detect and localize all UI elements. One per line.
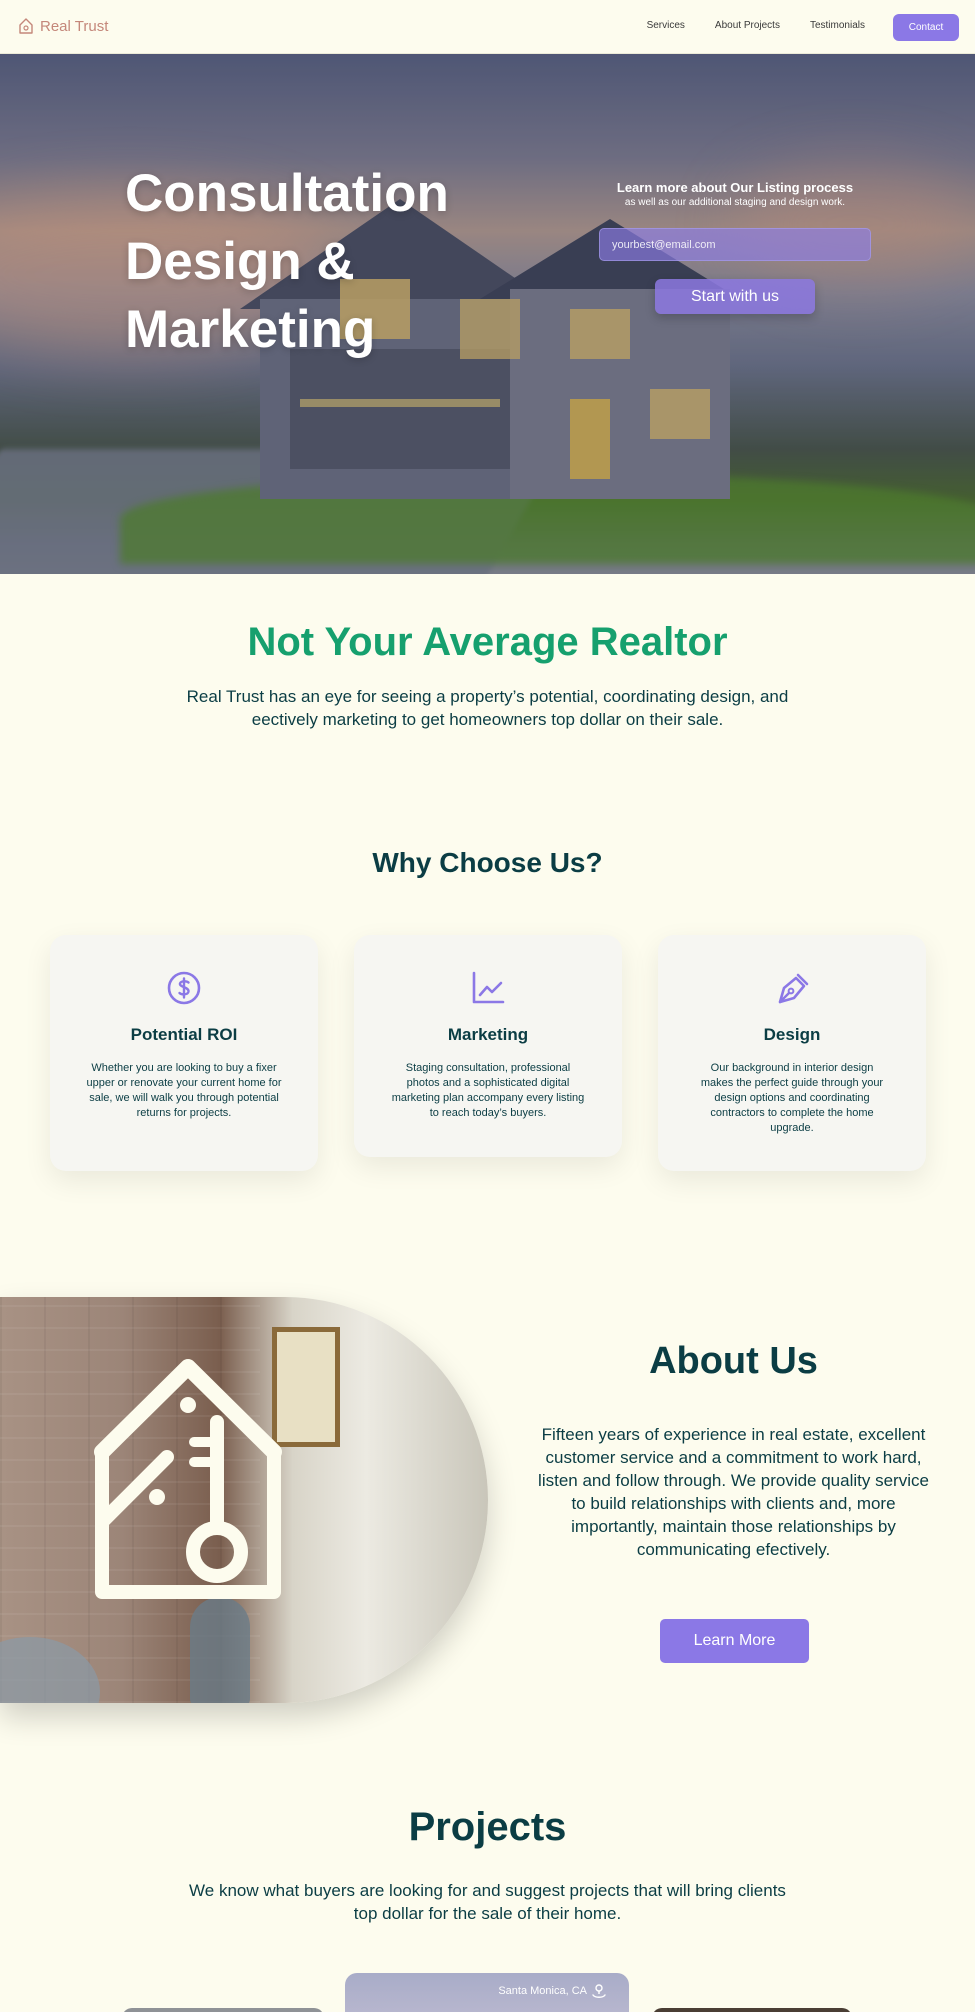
intro-text: Real Trust has an eye for seeing a prope…	[186, 687, 789, 729]
signup-form: Learn more about Our Listing process as …	[595, 180, 875, 314]
house-key-icon	[94, 1359, 282, 1599]
card-title: Design	[763, 1025, 821, 1044]
line-chart-icon	[472, 971, 505, 1004]
feature-card-marketing: Marketing Staging consultation, professi…	[354, 935, 622, 1157]
hero-title-line: Consultation	[125, 164, 449, 223]
location-pin-icon	[592, 1984, 606, 1998]
house-logo-icon	[19, 18, 33, 34]
about-image	[0, 1297, 488, 1703]
form-lead: Learn more about Our Listing process	[616, 180, 854, 195]
project-card-right[interactable]	[652, 2008, 852, 2012]
top-nav: Real Trust Services About Projects Testi…	[0, 0, 975, 54]
form-subtext: as well as our additional staging and de…	[624, 197, 846, 208]
about-text: Fifteen years of experience in real esta…	[538, 1425, 929, 1559]
project-location: Santa Monica, CA	[498, 1985, 587, 1997]
vase	[190, 1597, 250, 1703]
dollar-circle-icon	[167, 971, 201, 1005]
card-title: Marketing	[447, 1025, 529, 1044]
start-with-us-button[interactable]: Start with us	[655, 279, 815, 314]
nav-link-testimonials[interactable]: Testimonials	[810, 20, 865, 31]
pen-nib-icon	[778, 973, 809, 1004]
about-title: About Us	[649, 1340, 818, 1382]
hero-title: Consultation Design & Marketing	[125, 160, 545, 364]
hero-title-line: Design &	[125, 232, 355, 291]
learn-more-button[interactable]: Learn More	[660, 1619, 809, 1663]
nav-links: Services About Projects Testimonials	[647, 20, 865, 31]
card-text: Our background in interior design makes …	[700, 1062, 884, 1134]
nav-link-about-projects[interactable]: About Projects	[715, 20, 780, 31]
projects-text: We know what buyers are looking for and …	[189, 1881, 786, 1923]
brand-name: Real Trust	[40, 17, 109, 35]
project-card-featured[interactable]: Santa Monica, CA	[345, 1973, 629, 2012]
brand-logo[interactable]: Real Trust	[18, 17, 108, 35]
projects-title: Projects	[408, 1805, 567, 1849]
contact-button[interactable]: Contact	[893, 14, 959, 41]
nav-link-services[interactable]: Services	[647, 20, 685, 31]
card-title: Potential ROI	[130, 1025, 238, 1044]
feature-card-design: Design Our background in interior design…	[658, 935, 926, 1171]
card-text: Whether you are looking to buy a fixer u…	[86, 1062, 282, 1119]
feature-card-roi: Potential ROI Whether you are looking to…	[50, 935, 318, 1171]
card-text: Staging consultation, professional photo…	[391, 1062, 585, 1119]
email-input[interactable]	[599, 228, 871, 261]
hero-title-line: Marketing	[125, 300, 376, 359]
why-choose-title: Why Choose Us?	[372, 847, 603, 878]
intro-title: Not Your Average Realtor	[247, 620, 728, 664]
project-card-left[interactable]	[122, 2008, 324, 2012]
